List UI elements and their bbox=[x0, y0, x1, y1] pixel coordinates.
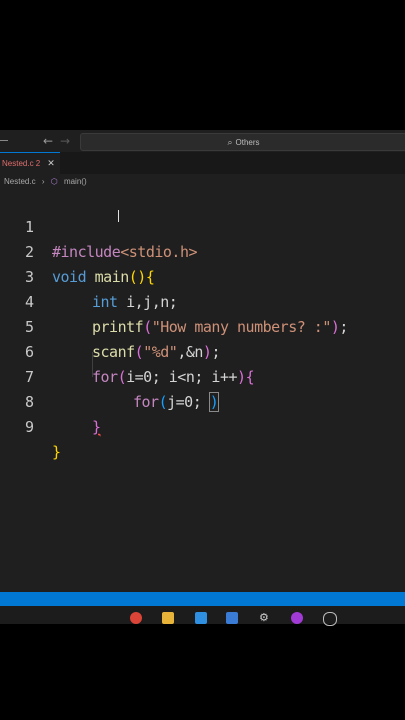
close-icon[interactable]: ✕ bbox=[47, 158, 55, 168]
arrow-left-icon[interactable]: ← bbox=[41, 134, 55, 148]
clock-icon[interactable] bbox=[323, 612, 337, 626]
tab-label: Nested.c 2 bbox=[2, 159, 41, 168]
code-line-8: 8 } bbox=[0, 365, 405, 436]
text-cursor-icon bbox=[118, 210, 119, 222]
status-bar bbox=[0, 592, 405, 606]
brace-close: } bbox=[92, 418, 101, 436]
line-number: 9 bbox=[24, 418, 34, 436]
code-line-2: 2 void main(){ bbox=[0, 215, 405, 286]
chevron-right-icon: › bbox=[41, 177, 45, 186]
breadcrumb-file[interactable]: Nested.c bbox=[4, 177, 36, 186]
cube-icon: ⬡ bbox=[50, 177, 58, 186]
search-text: Others bbox=[235, 138, 260, 147]
arrow-right-icon[interactable]: → bbox=[58, 134, 72, 148]
tab-nested-c[interactable]: Nested.c 2 ✕ bbox=[0, 152, 60, 174]
code-editor[interactable]: 1 #include<stdio.h> 2 void main(){ 3 int… bbox=[0, 190, 405, 592]
search-icon: ⌕ bbox=[227, 137, 233, 147]
taskbar: ⚙ bbox=[0, 606, 405, 626]
breadcrumb: Nested.c › ⬡ main() bbox=[0, 174, 405, 190]
command-center-search[interactable]: ⌕ Others bbox=[80, 133, 405, 151]
title-bar: ← → ⌕ Others bbox=[0, 130, 405, 152]
code-line-3: 3 int i,j,n; bbox=[0, 240, 405, 311]
code-line-9: 9 } bbox=[0, 390, 405, 461]
tab-bar: Nested.c 2 ✕ bbox=[0, 152, 405, 174]
code-line-7: 7 for(j=0; ) bbox=[0, 340, 405, 412]
folder-icon[interactable] bbox=[162, 612, 174, 624]
menu-icon[interactable] bbox=[0, 140, 8, 141]
vscode-icon[interactable] bbox=[195, 612, 207, 624]
code-line-6: 6 for(i=0; i<n; i++){ bbox=[0, 315, 405, 386]
store-icon[interactable] bbox=[226, 612, 238, 624]
chrome-icon[interactable] bbox=[130, 612, 142, 624]
code-line-1: 1 #include<stdio.h> bbox=[0, 190, 405, 261]
breadcrumb-symbol[interactable]: main() bbox=[64, 177, 87, 186]
messenger-icon[interactable] bbox=[291, 612, 303, 624]
code-line-5: 5 scanf("%d",&n); bbox=[0, 290, 405, 361]
brace-close: } bbox=[52, 443, 61, 461]
code-line-4: 4 printf("How many numbers? :"); bbox=[0, 265, 405, 336]
gear-icon[interactable]: ⚙ bbox=[259, 612, 271, 624]
